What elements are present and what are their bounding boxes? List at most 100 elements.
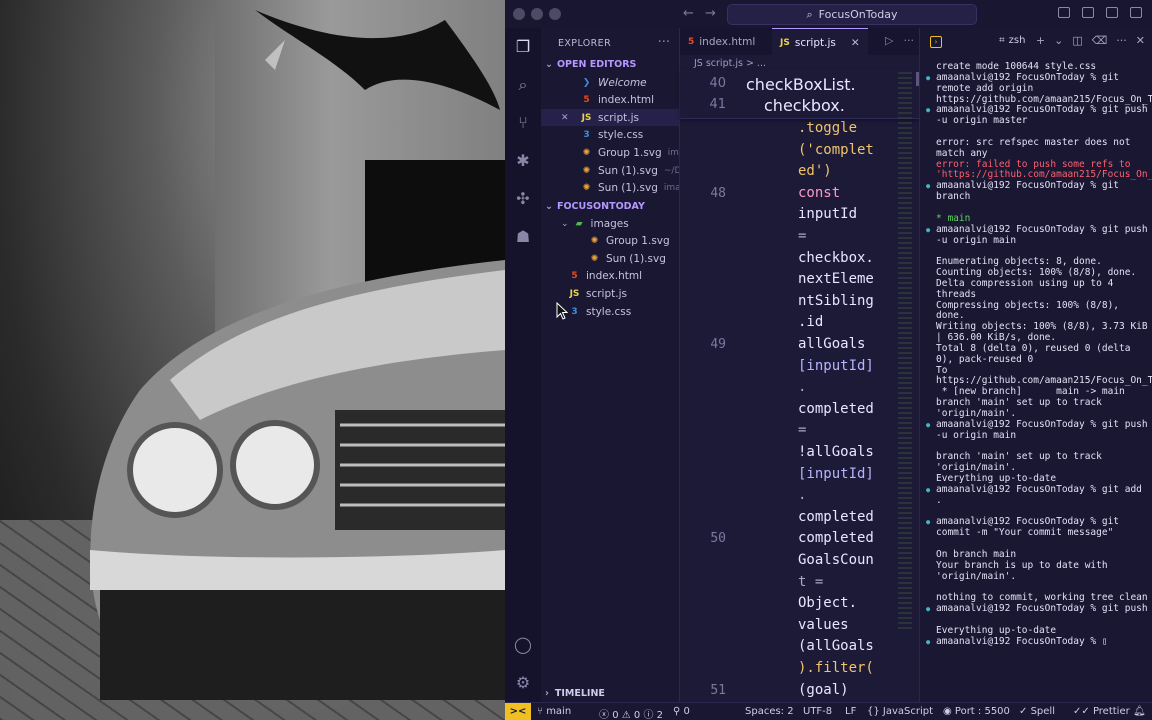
chevron-down-icon: ⌄: [561, 218, 569, 229]
css-file-icon: 3: [583, 130, 590, 141]
encoding-indicator[interactable]: UTF-8: [803, 706, 832, 717]
toggle-secondary-sidebar-icon[interactable]: [1106, 7, 1118, 18]
split-terminal-icon[interactable]: ◫: [1072, 34, 1082, 47]
toggle-panel-icon[interactable]: [1082, 7, 1094, 18]
close-icon[interactable]: ✕: [1136, 34, 1145, 47]
terminal-output-line: Delta compression using up to 4 threads: [936, 277, 1120, 300]
spell-checker[interactable]: ✓ Spell: [1019, 706, 1055, 717]
svg-file-icon: ✺: [582, 165, 591, 176]
breadcrumb[interactable]: JS script.js > ...: [694, 58, 766, 69]
terminal-prompt-line: amaanalvi@192 FocusOnToday % git remote …: [926, 72, 1152, 106]
prettier-indicator[interactable]: ✓✓ Prettier: [1073, 706, 1130, 717]
terminal-shell-name[interactable]: ⌗ zsh: [999, 35, 1025, 46]
indentation-indicator[interactable]: Spaces: 2: [745, 706, 794, 717]
new-terminal-icon[interactable]: +: [1036, 34, 1045, 47]
terminal-output-line: Your branch is up to date with 'origin/m…: [936, 559, 1114, 582]
terminal-output[interactable]: create mode 100644 style.cssamaanalvi@19…: [926, 61, 1152, 702]
explorer-title: EXPLORER: [558, 38, 612, 49]
file-name: Sun (1).svg: [598, 182, 658, 195]
command-center-text: FocusOnToday: [818, 8, 898, 21]
run-icon[interactable]: ▷: [885, 34, 893, 47]
double-check-icon: ✓✓: [1073, 706, 1093, 717]
terminal-output-line: error: failed to push some refs to 'http…: [936, 158, 1152, 181]
terminal-shell-icon: ⌗: [999, 35, 1005, 46]
more-actions-icon[interactable]: ···: [904, 34, 915, 47]
timeline-header[interactable]: › TIMELINE: [545, 688, 605, 699]
js-file-icon: JS: [569, 288, 580, 299]
extensions-icon[interactable]: ✣: [514, 190, 532, 208]
close-tab-icon[interactable]: ✕: [851, 37, 860, 49]
terminal-prompt-line: amaanalvi@192 FocusOnToday % git push -u…: [926, 224, 1148, 247]
code-line: [inputId]: [798, 465, 874, 482]
layout-controls: [1058, 7, 1142, 18]
live-server-port[interactable]: ◉ Port : 5500: [943, 706, 1010, 717]
maximize-window-button[interactable]: [549, 8, 561, 20]
search-icon: ⌕: [806, 7, 813, 21]
more-actions-icon[interactable]: ···: [1116, 34, 1127, 47]
code-line: .id: [798, 314, 824, 331]
tab-index-html[interactable]: 5 index.html: [680, 28, 763, 55]
minimize-window-button[interactable]: [531, 8, 543, 20]
wallpaper-bird: [255, 10, 500, 110]
open-editors-header[interactable]: ⌄ OPEN EDITORS: [545, 59, 636, 70]
settings-gear-icon[interactable]: ⚙: [514, 674, 532, 692]
code-line: =: [798, 422, 807, 439]
html-file-icon: 5: [688, 36, 695, 47]
line-number: 49: [710, 337, 726, 352]
file-name: index.html: [598, 94, 654, 107]
ports-indicator[interactable]: ⚲ 0: [673, 706, 690, 717]
eol-indicator[interactable]: LF: [845, 706, 856, 717]
sticky-scroll-header[interactable]: 40 checkBoxList. 41 checkbox.: [680, 70, 920, 119]
vscode-window: ← → ⌕ FocusOnToday ❐ ⌕ ⑂ ✱ ✣ ☗ ◯ ⚙ EXPLO…: [505, 0, 1152, 720]
title-bar: ← → ⌕ FocusOnToday: [505, 0, 1152, 29]
problems-indicator[interactable]: ⓧ 0 ⚠ 0 ⓘ 2: [599, 706, 663, 720]
search-icon[interactable]: ⌕: [514, 76, 532, 94]
css-file-icon: 3: [571, 306, 578, 317]
terminal-output-line: Writing objects: 100% (8/8), 3.73 KiB | …: [936, 321, 1148, 344]
run-debug-icon[interactable]: ✱: [514, 152, 532, 170]
file-name: Group 1.svg: [606, 235, 670, 248]
code-line: ed'): [798, 163, 832, 180]
terminal-prompt-line: amaanalvi@192 FocusOnToday % git push -u…: [926, 105, 1148, 127]
code-line: completed: [798, 508, 874, 525]
language-indicator[interactable]: {} JavaScript: [867, 706, 933, 717]
close-editor-icon[interactable]: ✕: [561, 113, 569, 123]
source-control-icon[interactable]: ⑂: [514, 114, 532, 132]
branch-indicator[interactable]: ⑂ main: [537, 706, 571, 717]
github-icon[interactable]: ☗: [514, 228, 532, 246]
terminal-prompt-line: amaanalvi@192 FocusOnToday % git commit …: [926, 517, 1148, 539]
account-icon[interactable]: ◯: [514, 636, 532, 654]
explorer-files-icon[interactable]: ❐: [514, 38, 532, 56]
code-line: allGoals: [798, 336, 866, 352]
mouse-cursor-icon: [556, 302, 568, 320]
desktop-wallpaper: [0, 0, 505, 720]
code-area[interactable]: .toggle ('complet ed') 48 const inputId = check…: [680, 70, 920, 702]
svg-file-icon: ✺: [590, 253, 599, 264]
folder-header[interactable]: ⌄ FOCUSONTODAY: [545, 201, 645, 212]
trash-icon[interactable]: ⌫: [1092, 34, 1108, 47]
file-name: images: [590, 217, 629, 230]
customize-layout-icon[interactable]: [1130, 7, 1142, 18]
code-line: values: [798, 616, 849, 633]
toggle-sidebar-icon[interactable]: [1058, 7, 1070, 18]
file-name: style.css: [586, 305, 632, 318]
file-name: style.css: [598, 129, 644, 142]
code-line: GoalsCoun: [798, 552, 874, 568]
code-line: .toggle: [798, 120, 858, 136]
remote-indicator[interactable]: ><: [505, 703, 531, 720]
chevron-down-icon[interactable]: ⌄: [1054, 34, 1063, 47]
js-file-icon: JS: [780, 37, 790, 48]
broadcast-icon: ◉: [943, 706, 955, 717]
back-arrow-icon[interactable]: ←: [683, 6, 694, 21]
tab-script-js[interactable]: JS script.js ✕: [772, 28, 868, 56]
notifications-bell-icon[interactable]: 🔔︎: [1133, 706, 1146, 717]
command-center-search[interactable]: ⌕ FocusOnToday: [727, 4, 977, 25]
terminal-panel: › ⌗ zsh + ⌄ ◫ ⌫ ··· ✕ create mode 100644 …: [919, 28, 1152, 702]
close-window-button[interactable]: [513, 8, 525, 20]
terminal-toolbar: › ⌗ zsh + ⌄ ◫ ⌫ ··· ✕: [920, 28, 1152, 55]
chevron-down-icon: ⌄: [545, 201, 553, 212]
forward-arrow-icon[interactable]: →: [705, 6, 716, 21]
more-actions-icon[interactable]: ···: [658, 35, 670, 50]
terminal-output-line: branch 'main' set up to track 'origin/ma…: [936, 451, 1108, 474]
minimap[interactable]: [898, 72, 912, 632]
